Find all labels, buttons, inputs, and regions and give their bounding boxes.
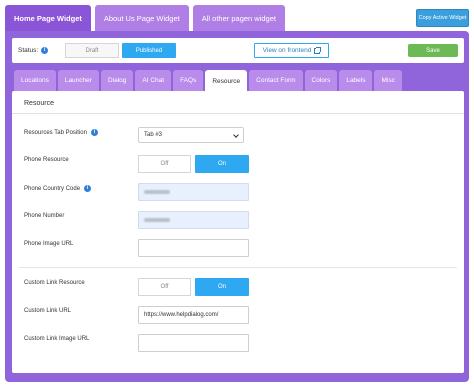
custom-link-image-url-label: Custom Link Image URL <box>24 336 90 342</box>
phone-country-code-label-group: Phone Country Code i <box>24 185 92 192</box>
tab-dialog[interactable]: Dialog <box>100 70 134 91</box>
tab-all-other-pages-widget[interactable]: All other pagen widget <box>192 5 285 31</box>
resources-tab-position-value: Tab #3 <box>144 132 163 138</box>
custom-link-url-input[interactable]: https://www.helpdialog.com/ <box>138 306 249 324</box>
custom-link-url-label: Custom Link URL <box>24 308 72 314</box>
custom-link-resource-off-button[interactable]: Off <box>138 278 191 296</box>
resources-tab-position-label: Resources Tab Position <box>24 129 87 136</box>
view-on-frontend-label: View on frontend <box>262 47 312 54</box>
phone-resource-label: Phone Resource <box>24 157 69 163</box>
phone-country-code-input[interactable] <box>138 183 249 201</box>
phone-number-input[interactable] <box>138 211 249 229</box>
redacted-text <box>144 218 170 222</box>
status-bar: Status: i Draft Published View on fronte… <box>12 38 464 63</box>
panel-divider <box>12 113 464 114</box>
external-link-icon <box>314 46 322 54</box>
published-button[interactable]: Published <box>122 43 176 58</box>
phone-image-url-label: Phone Image URL <box>24 241 74 247</box>
tab-misc[interactable]: Misc <box>374 70 402 91</box>
redacted-text <box>144 190 170 194</box>
tab-colors[interactable]: Colors <box>304 70 338 91</box>
tab-resource[interactable]: Resource <box>205 70 248 92</box>
custom-link-image-url-input[interactable] <box>138 334 249 352</box>
tab-faqs[interactable]: FAQs <box>173 70 204 91</box>
phone-image-url-input[interactable] <box>138 239 249 257</box>
info-icon[interactable]: i <box>84 185 92 192</box>
draft-button[interactable]: Draft <box>65 43 119 58</box>
panel-title: Resource <box>24 100 54 107</box>
tab-home-page-widget[interactable]: Home Page Widget <box>5 5 91 31</box>
tab-labels[interactable]: Labels <box>339 70 373 91</box>
resource-panel: Resource Resources Tab Position i Tab #3… <box>12 91 464 373</box>
section-tabs: Locations Launcher Dialog AI Chat FAQs R… <box>14 70 402 92</box>
copy-active-widget-button[interactable]: Copy Active Widget <box>416 9 469 27</box>
status-label: Status: <box>18 47 39 54</box>
tab-launcher[interactable]: Launcher <box>57 70 99 91</box>
section-divider <box>19 267 457 268</box>
phone-resource-off-button[interactable]: Off <box>138 155 191 173</box>
view-on-frontend-button[interactable]: View on frontend <box>254 43 329 58</box>
tab-ai-chat[interactable]: AI Chat <box>135 70 172 91</box>
resources-tab-position-select[interactable]: Tab #3 <box>138 127 244 143</box>
custom-link-resource-on-button[interactable]: On <box>195 278 249 296</box>
info-icon[interactable]: i <box>41 47 49 54</box>
tab-about-us-page-widget[interactable]: About Us Page Widget <box>94 5 189 31</box>
resources-tab-position-label-group: Resources Tab Position i <box>24 129 98 136</box>
chevron-down-icon <box>233 132 239 138</box>
info-icon[interactable]: i <box>90 129 98 136</box>
status-label-group: Status: i <box>18 47 49 54</box>
tab-locations[interactable]: Locations <box>14 70 56 91</box>
phone-resource-on-button[interactable]: On <box>195 155 249 173</box>
widget-tabs: Home Page Widget About Us Page Widget Al… <box>5 5 285 31</box>
custom-link-resource-label: Custom Link Resource <box>24 280 85 286</box>
tab-contact-form[interactable]: Contact Form <box>249 70 303 91</box>
phone-number-label: Phone Number <box>24 213 65 219</box>
save-button[interactable]: Save <box>408 44 458 57</box>
phone-country-code-label: Phone Country Code <box>24 185 81 192</box>
